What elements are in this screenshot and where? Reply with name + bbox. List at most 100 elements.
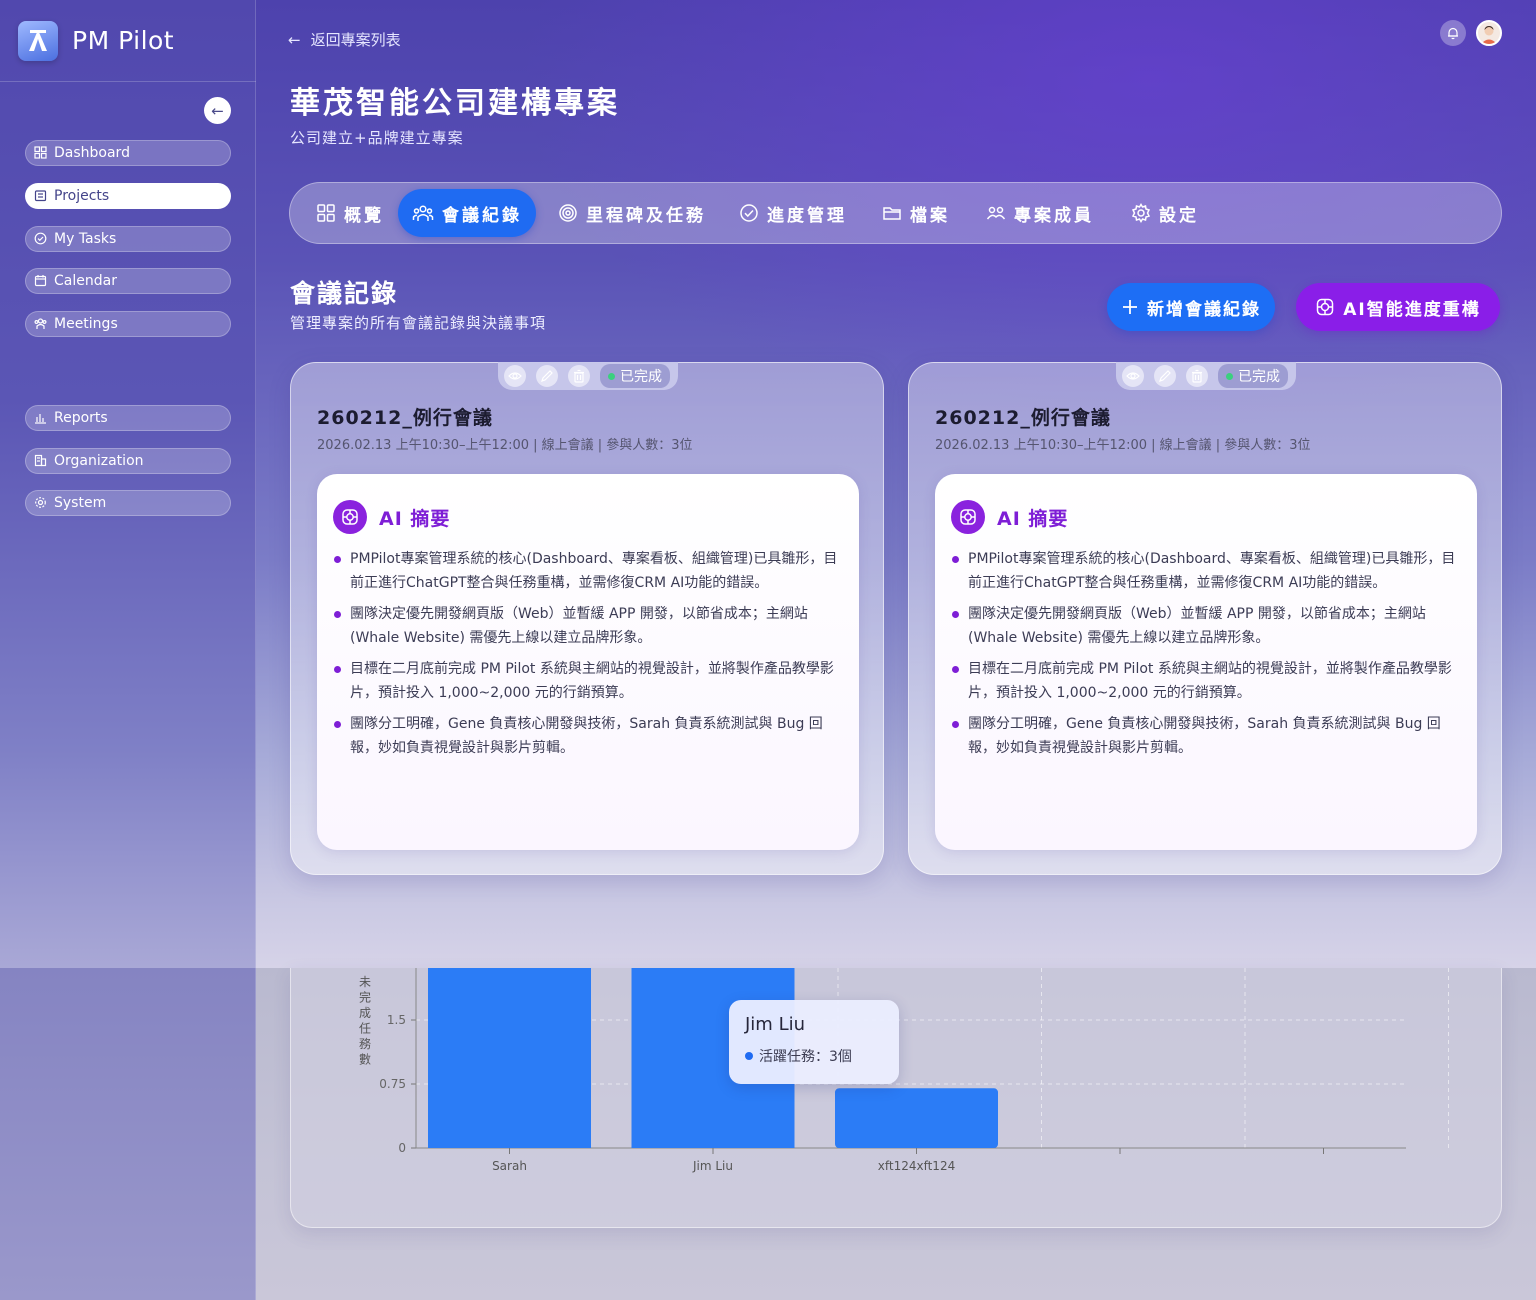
- check-circle-icon: [740, 204, 758, 222]
- tab-label: 進度管理: [767, 205, 847, 226]
- sidebar-item-organization[interactable]: Organization: [25, 448, 231, 474]
- ai-icon: [1317, 298, 1334, 316]
- bar-chart-icon: [34, 411, 48, 425]
- add-meeting-button[interactable]: 新增會議紀錄: [1107, 283, 1275, 331]
- tab-files[interactable]: 檔案: [874, 189, 958, 237]
- notification-button[interactable]: [1440, 20, 1466, 46]
- task-chart-panel: 0 0.75 1.5 未完成任務數 Sarah Jim Liu xft124xft124 J…: [290, 968, 1502, 1228]
- chart-bar: [835, 1088, 998, 1148]
- sidebar-item-label: System: [54, 495, 107, 511]
- target-icon: [559, 204, 577, 222]
- ai-summary: AI 摘要 PMPilot專案管理系統的核心(Dashboard、專案看板、組織…: [935, 474, 1477, 850]
- ai-summary: AI 摘要 PMPilot專案管理系統的核心(Dashboard、專案看板、組織…: [317, 474, 859, 850]
- delete-button[interactable]: [1186, 365, 1208, 387]
- brand[interactable]: PM Pilot: [0, 0, 256, 82]
- sidebar-item-label: My Tasks: [54, 231, 117, 247]
- tab-label: 概覽: [344, 205, 384, 226]
- ai-summary-title: AI 摘要: [997, 507, 1069, 530]
- status-dot: [608, 372, 615, 380]
- x-tick-label: Sarah: [492, 1159, 527, 1173]
- arrow-left-icon: ←: [288, 30, 301, 49]
- y-axis-label: 數: [359, 1053, 371, 1067]
- app-name: PM Pilot: [72, 26, 175, 55]
- card-actions: 已完成: [498, 362, 678, 390]
- check-circle-icon: [34, 232, 48, 246]
- ai-summary-title: AI 摘要: [379, 507, 451, 530]
- pencil-icon: [1159, 370, 1171, 382]
- page-subtitle: 公司建立+品牌建立專案: [290, 129, 464, 147]
- meeting-meta: 2026.02.13 上午10:30–上午12:00 | 線上會議 | 參與人數…: [317, 438, 693, 453]
- collapse-sidebar-button[interactable]: ←: [204, 97, 231, 124]
- sidebar-item-label: Organization: [54, 453, 144, 469]
- tooltip-dot: [745, 1052, 753, 1060]
- tab-meetings[interactable]: 會議紀錄: [398, 189, 536, 237]
- back-link[interactable]: ← 返回專案列表: [288, 29, 401, 50]
- status-badge: 已完成: [600, 364, 670, 388]
- meeting-title: 260212_例行會議: [317, 407, 493, 429]
- sidebar: PM Pilot ← Dashboard Projects My Tasks C…: [0, 0, 256, 968]
- summary-item: 團隊分工明確，Gene 負責核心開發與技術，Sarah 負責系統測試與 Bug …: [951, 713, 1465, 760]
- view-button[interactable]: [1122, 365, 1144, 387]
- status-dot: [1226, 372, 1233, 380]
- status-label: 已完成: [620, 369, 662, 385]
- meeting-card[interactable]: 已完成 260212_例行會議 2026.02.13 上午10:30–上午12:…: [290, 362, 884, 875]
- main-content: ← 返回專案列表 華茂智能公司建構專案 公司建立+品牌建立專案 概覽 會議紀錄 …: [256, 0, 1536, 1300]
- card-actions: 已完成: [1116, 362, 1296, 390]
- sidebar-item-calendar[interactable]: Calendar: [25, 268, 231, 294]
- view-button[interactable]: [504, 365, 526, 387]
- sidebar-item-meetings[interactable]: Meetings: [25, 311, 231, 337]
- y-axis-label: 任: [359, 1022, 371, 1036]
- sidebar-item-reports[interactable]: Reports: [25, 405, 231, 431]
- arrow-left-icon: ←: [211, 101, 224, 120]
- tab-members[interactable]: 專案成員: [980, 189, 1100, 237]
- summary-item: PMPilot專案管理系統的核心(Dashboard、專案看板、組織管理)已具雛…: [333, 548, 847, 595]
- gear-icon: [1131, 203, 1151, 223]
- y-axis-label: 成: [359, 1006, 371, 1020]
- team-icon: [412, 205, 434, 221]
- plus-icon: [1123, 300, 1137, 314]
- page-title: 華茂智能公司建構專案: [290, 86, 620, 121]
- tooltip-title: Jim Liu: [745, 1014, 806, 1035]
- tab-milestones[interactable]: 里程碑及任務: [552, 189, 712, 237]
- edit-button[interactable]: [1154, 365, 1176, 387]
- building-icon: [34, 454, 48, 468]
- members-icon: [986, 206, 1006, 220]
- tab-settings[interactable]: 設定: [1122, 189, 1208, 237]
- y-axis-label: 未: [359, 975, 371, 989]
- sidebar-item-projects[interactable]: Projects: [25, 183, 231, 209]
- tab-label: 里程碑及任務: [586, 205, 706, 226]
- grid-icon: [34, 146, 48, 160]
- top-icons: [1440, 20, 1502, 46]
- meeting-meta: 2026.02.13 上午10:30–上午12:00 | 線上會議 | 參與人數…: [935, 438, 1311, 453]
- summary-list: PMPilot專案管理系統的核心(Dashboard、專案看板、組織管理)已具雛…: [951, 548, 1465, 768]
- sidebar-item-label: Dashboard: [54, 145, 130, 161]
- y-axis-label: 完: [359, 990, 371, 1005]
- tab-label: 設定: [1159, 205, 1199, 226]
- sidebar-item-label: Projects: [54, 188, 110, 204]
- ai-restructure-button[interactable]: AI智能進度重構: [1296, 283, 1500, 331]
- trash-icon: [1192, 369, 1202, 383]
- edit-button[interactable]: [536, 365, 558, 387]
- tooltip-label: 活躍任務：3個: [759, 1049, 852, 1065]
- tab-overview[interactable]: 概覽: [300, 189, 400, 237]
- y-tick-label: 0: [398, 1141, 406, 1155]
- sidebar-item-my-tasks[interactable]: My Tasks: [25, 226, 231, 252]
- delete-button[interactable]: [568, 365, 590, 387]
- pencil-icon: [541, 370, 553, 382]
- summary-list: PMPilot專案管理系統的核心(Dashboard、專案看板、組織管理)已具雛…: [333, 548, 847, 768]
- sidebar-item-label: Calendar: [54, 273, 117, 289]
- project-tabs: 概覽 會議紀錄 里程碑及任務 進度管理 檔案 專案成員 設定: [289, 182, 1502, 244]
- avatar[interactable]: [1476, 20, 1502, 46]
- y-tick-label: 1.5: [387, 1013, 406, 1027]
- calendar-icon: [34, 274, 48, 288]
- meeting-card[interactable]: 已完成 260212_例行會議 2026.02.13 上午10:30–上午12:…: [908, 362, 1502, 875]
- summary-item: PMPilot專案管理系統的核心(Dashboard、專案看板、組織管理)已具雛…: [951, 548, 1465, 595]
- chart-tooltip: Jim Liu 活躍任務：3個: [729, 1000, 899, 1084]
- section-title: 會議記錄: [290, 279, 399, 308]
- eye-icon: [508, 372, 522, 380]
- tab-progress[interactable]: 進度管理: [732, 189, 854, 237]
- summary-item: 團隊分工明確，Gene 負責核心開發與技術，Sarah 負責系統測試與 Bug …: [333, 713, 847, 760]
- sidebar-item-system[interactable]: System: [25, 490, 231, 516]
- sidebar-item-dashboard[interactable]: Dashboard: [25, 140, 231, 166]
- y-axis-label: 務: [359, 1037, 371, 1051]
